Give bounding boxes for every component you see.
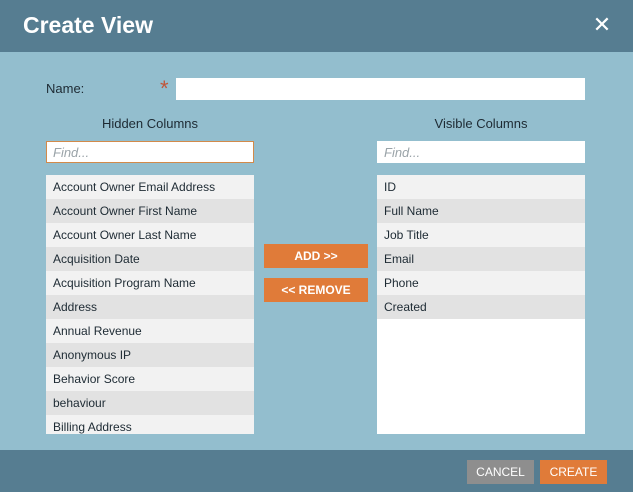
list-item[interactable]: Email: [377, 247, 585, 271]
visible-columns-find-input[interactable]: [377, 141, 585, 163]
list-item[interactable]: Job Title: [377, 223, 585, 247]
add-button[interactable]: ADD >>: [264, 244, 368, 268]
remove-button[interactable]: << REMOVE: [264, 278, 368, 302]
list-item[interactable]: Billing Address: [46, 415, 254, 434]
create-view-dialog: Create View ✕ Name: * Hidden Columns Vis…: [0, 0, 633, 492]
name-input[interactable]: [176, 78, 585, 100]
dialog-title: Create View: [23, 12, 153, 38]
close-icon[interactable]: ✕: [591, 14, 613, 36]
list-item[interactable]: Full Name: [377, 199, 585, 223]
visible-columns-list[interactable]: ID Full Name Job Title Email Phone Creat…: [377, 175, 585, 434]
create-button[interactable]: CREATE: [540, 460, 607, 484]
list-item[interactable]: ID: [377, 175, 585, 199]
visible-columns-header: Visible Columns: [434, 116, 528, 131]
list-item[interactable]: Phone: [377, 271, 585, 295]
cancel-button[interactable]: CANCEL: [467, 460, 534, 484]
list-item[interactable]: Acquisition Program Name: [46, 271, 254, 295]
list-item[interactable]: Behavior Score: [46, 367, 254, 391]
list-item[interactable]: behaviour: [46, 391, 254, 415]
list-item[interactable]: Address: [46, 295, 254, 319]
name-label: Name:: [46, 81, 85, 96]
list-item[interactable]: Account Owner Last Name: [46, 223, 254, 247]
hidden-columns-list[interactable]: Account Owner Email Address Account Owne…: [46, 175, 254, 434]
list-item[interactable]: Account Owner First Name: [46, 199, 254, 223]
list-item[interactable]: Account Owner Email Address: [46, 175, 254, 199]
list-item[interactable]: Created: [377, 295, 585, 319]
dialog-titlebar: Create View ✕: [0, 0, 633, 52]
list-item[interactable]: Annual Revenue: [46, 319, 254, 343]
hidden-columns-header: Hidden Columns: [101, 116, 199, 131]
dialog-footer: [0, 450, 633, 492]
hidden-columns-find-input[interactable]: [46, 141, 254, 163]
required-marker: *: [160, 76, 169, 101]
list-item[interactable]: Anonymous IP: [46, 343, 254, 367]
list-item[interactable]: Acquisition Date: [46, 247, 254, 271]
